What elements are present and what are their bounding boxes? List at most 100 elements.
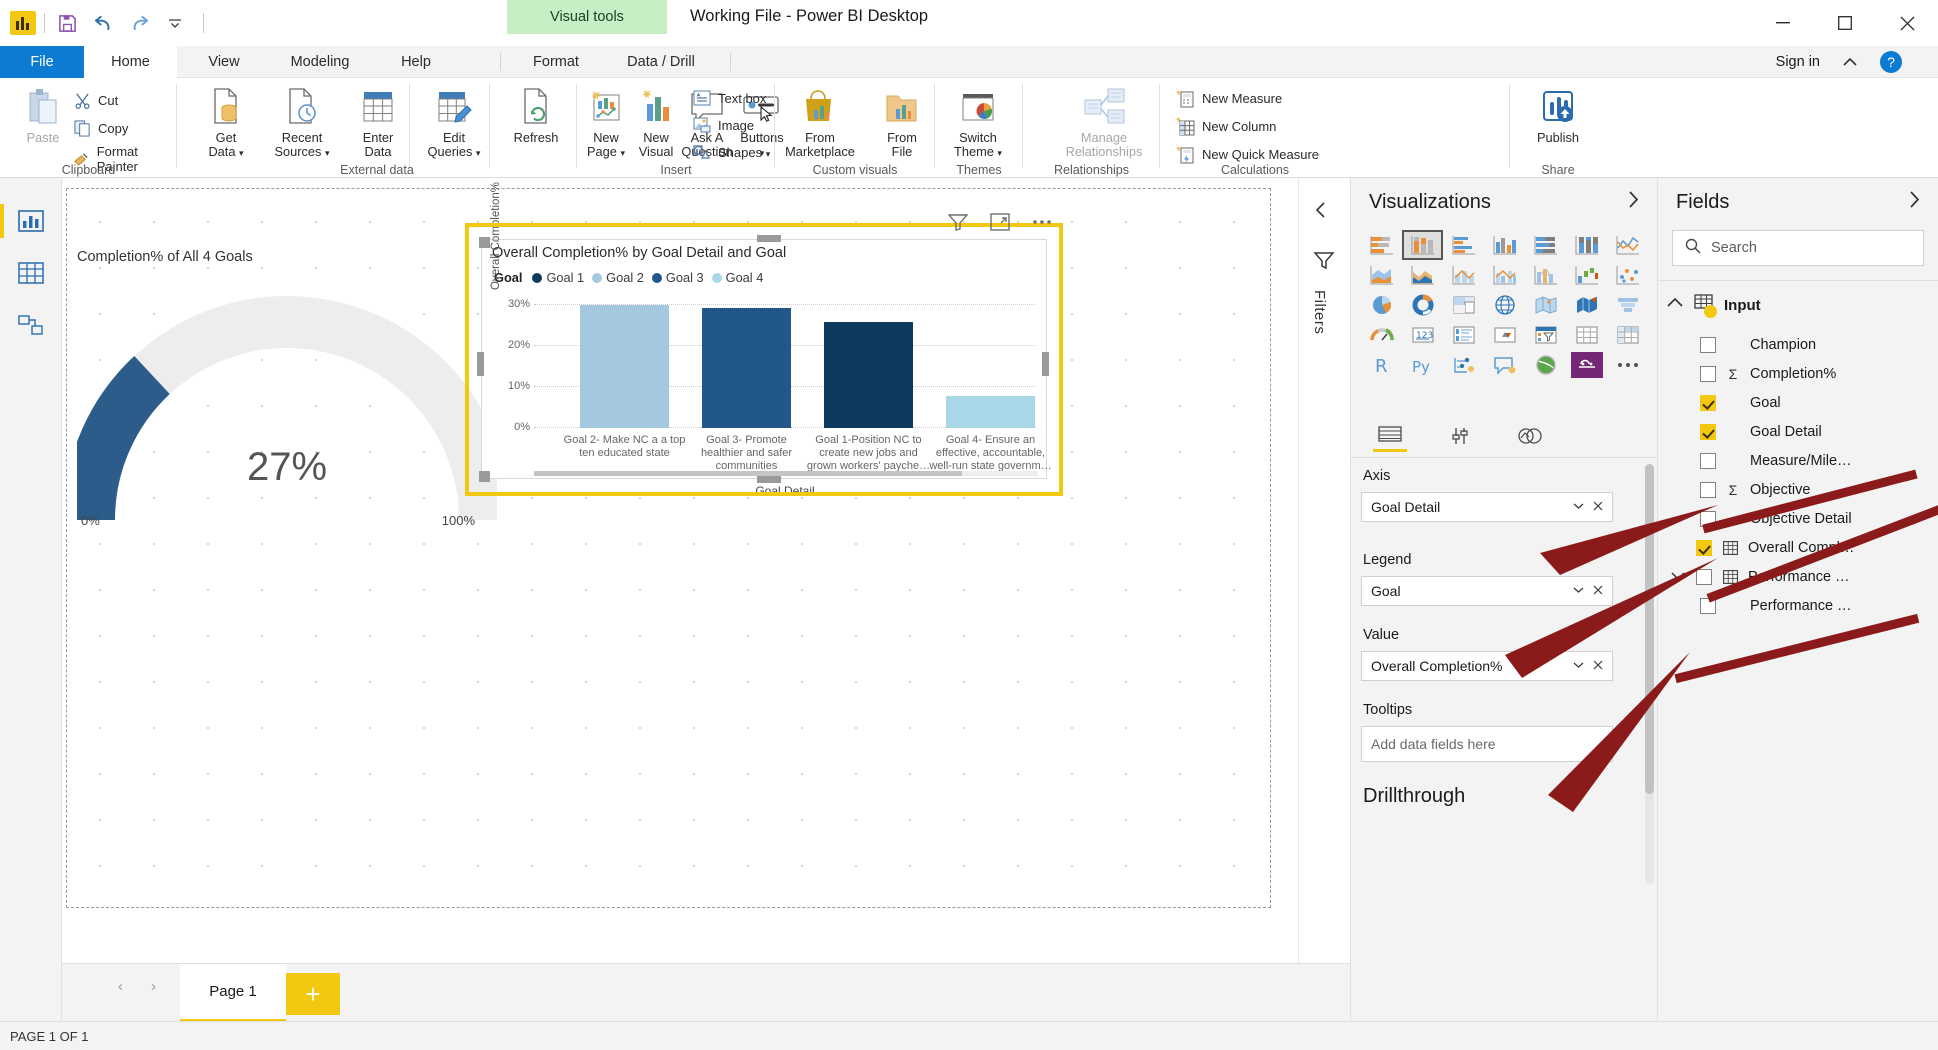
- text-box-button[interactable]: A Text box: [692, 88, 766, 108]
- viz-icon-donut-chart[interactable]: [1402, 290, 1443, 320]
- viz-icon-line-clustered-column-chart[interactable]: [1484, 260, 1525, 290]
- search-input[interactable]: Search: [1672, 230, 1924, 266]
- fields-tab[interactable]: [1373, 420, 1407, 452]
- viz-icon-gauge[interactable]: [1361, 320, 1402, 350]
- viz-icon-area-chart[interactable]: [1361, 260, 1402, 290]
- switch-theme-button[interactable]: Switch Theme ▾: [941, 82, 1015, 159]
- field-checkbox-performance-2[interactable]: [1700, 597, 1716, 614]
- viz-icon-100-stacked-bar-chart[interactable]: [1525, 230, 1566, 260]
- viz-scroll-thumb[interactable]: [1645, 464, 1654, 794]
- legend-item-goal-1[interactable]: Goal 1: [532, 270, 584, 285]
- viz-icon-clustered-bar-chart[interactable]: [1443, 230, 1484, 260]
- page-next-button[interactable]: ›: [151, 978, 156, 995]
- new-quick-measure-button[interactable]: New Quick Measure: [1176, 144, 1319, 164]
- expand-filters-icon[interactable]: [1313, 200, 1329, 225]
- viz-icon-waterfall-chart[interactable]: [1566, 260, 1607, 290]
- close-button[interactable]: [1876, 0, 1938, 46]
- resize-handle-middle-left[interactable]: [477, 352, 484, 376]
- viz-icon-100-stacked-column-chart[interactable]: [1566, 230, 1607, 260]
- focus-mode-icon[interactable]: [989, 211, 1011, 233]
- field-completion-pct[interactable]: Σ Completion%: [1658, 359, 1938, 388]
- viz-icon-key-influencers[interactable]: [1443, 350, 1484, 380]
- chevron-right-icon-fields[interactable]: [1907, 190, 1922, 214]
- well-legend-caret-icon[interactable]: [1568, 585, 1588, 597]
- add-page-button[interactable]: +: [286, 973, 340, 1015]
- viz-icon-power-apps[interactable]: [1566, 350, 1607, 380]
- viz-icon-arcgis-maps[interactable]: [1525, 350, 1566, 380]
- viz-icon-treemap[interactable]: [1443, 290, 1484, 320]
- chevron-right-icon[interactable]: [1626, 190, 1641, 214]
- tab-format[interactable]: Format: [510, 46, 602, 78]
- new-column-button[interactable]: New Column: [1176, 116, 1276, 136]
- report-canvas-area[interactable]: Completion% of All 4 Goals 27% 0% 100% O…: [62, 178, 1350, 963]
- sidebar-item-report-view[interactable]: [0, 202, 50, 240]
- viz-icon-slicer[interactable]: [1525, 320, 1566, 350]
- viz-icon-stacked-area-chart[interactable]: [1402, 260, 1443, 290]
- undo-icon[interactable]: [89, 9, 117, 37]
- well-legend-remove-icon[interactable]: [1588, 585, 1608, 598]
- report-page-surface[interactable]: Completion% of All 4 Goals 27% 0% 100% O…: [66, 182, 1271, 908]
- legend-item-goal-4[interactable]: Goal 4: [711, 270, 763, 285]
- well-value-caret-icon[interactable]: [1568, 660, 1588, 672]
- visualizations-pane-scrollbar[interactable]: [1645, 464, 1654, 884]
- field-goal-detail[interactable]: Σ Goal Detail: [1658, 417, 1938, 446]
- viz-icon-filled-map[interactable]: [1525, 290, 1566, 320]
- bar-chart-visual[interactable]: Overall Completion% by Goal Detail and G…: [481, 182, 1052, 498]
- sign-in-button[interactable]: Sign in: [1776, 46, 1820, 78]
- sidebar-item-data-view[interactable]: [12, 254, 50, 292]
- field-checkbox-measure-milestone[interactable]: [1700, 452, 1716, 469]
- tab-data-drill[interactable]: Data / Drill: [602, 46, 720, 78]
- viz-icon-clustered-column-chart[interactable]: [1484, 230, 1525, 260]
- legend-item-goal-3[interactable]: Goal 3: [651, 270, 704, 285]
- field-checkbox-goal-detail[interactable]: [1700, 423, 1716, 440]
- legend-item-goal-2[interactable]: Goal 2: [592, 270, 644, 285]
- collapse-ribbon-icon[interactable]: [1840, 52, 1860, 72]
- maximize-button[interactable]: [1814, 0, 1876, 46]
- enter-data-button[interactable]: Enter Data: [341, 82, 415, 159]
- well-legend[interactable]: Goal: [1361, 576, 1613, 606]
- viz-icon-table[interactable]: [1566, 320, 1607, 350]
- field-checkbox-champion[interactable]: [1700, 336, 1716, 353]
- viz-icon-pie-chart[interactable]: [1361, 290, 1402, 320]
- edit-queries-button[interactable]: Edit Queries ▾: [417, 82, 491, 159]
- save-icon[interactable]: [53, 9, 81, 37]
- well-value[interactable]: Overall Completion%: [1361, 651, 1613, 681]
- viz-icon-card[interactable]: 123: [1402, 320, 1443, 350]
- tab-home[interactable]: Home: [84, 46, 177, 78]
- paste-button[interactable]: Paste: [6, 82, 80, 145]
- manage-relationships-button[interactable]: Manage Relationships: [1054, 82, 1154, 159]
- shapes-button[interactable]: Shapes ▾: [692, 142, 770, 162]
- well-axis-caret-icon[interactable]: [1568, 501, 1588, 513]
- viz-icon-matrix[interactable]: [1607, 320, 1648, 350]
- chevron-down-icon[interactable]: [1666, 296, 1684, 314]
- tab-file[interactable]: File: [0, 46, 84, 78]
- viz-icon-ribbon-chart[interactable]: [1525, 260, 1566, 290]
- field-measure-milestone[interactable]: Σ Measure/Mile…: [1658, 446, 1938, 475]
- bar-goal-1[interactable]: [824, 322, 913, 428]
- well-axis[interactable]: Goal Detail: [1361, 492, 1613, 522]
- minimize-button[interactable]: [1752, 0, 1814, 46]
- viz-icon-line-chart[interactable]: [1607, 230, 1648, 260]
- viz-icon-python-visual[interactable]: Py: [1402, 350, 1443, 380]
- viz-icon-get-more-visuals[interactable]: [1607, 350, 1648, 380]
- format-tab[interactable]: [1443, 420, 1477, 452]
- field-goal[interactable]: Σ Goal: [1658, 388, 1938, 417]
- viz-icon-stacked-column-chart[interactable]: [1402, 230, 1443, 260]
- field-checkbox-overall-completion[interactable]: [1696, 539, 1712, 556]
- more-options-icon[interactable]: [1031, 211, 1053, 233]
- chart-scroll-thumb[interactable]: [534, 471, 963, 476]
- page-prev-button[interactable]: ‹: [118, 978, 123, 995]
- redo-icon[interactable]: [125, 9, 153, 37]
- field-objective-detail[interactable]: Σ Objective Detail: [1658, 504, 1938, 533]
- field-checkbox-completion-pct[interactable]: [1700, 365, 1716, 382]
- resize-handle-top-left[interactable]: [479, 237, 490, 248]
- viz-icon-shape-map[interactable]: [1566, 290, 1607, 320]
- field-checkbox-objective-detail[interactable]: [1700, 510, 1716, 527]
- viz-icon-multi-row-card[interactable]: [1443, 320, 1484, 350]
- tab-modeling[interactable]: Modeling: [272, 46, 368, 78]
- resize-handle-bottom-left[interactable]: [479, 471, 490, 482]
- new-measure-button[interactable]: New Measure: [1176, 88, 1282, 108]
- filters-pane-collapsed[interactable]: Filters: [1298, 178, 1350, 963]
- gauge-visual[interactable]: Completion% of All 4 Goals 27% 0% 100%: [77, 249, 497, 579]
- chart-horizontal-scrollbar[interactable]: [534, 471, 1038, 476]
